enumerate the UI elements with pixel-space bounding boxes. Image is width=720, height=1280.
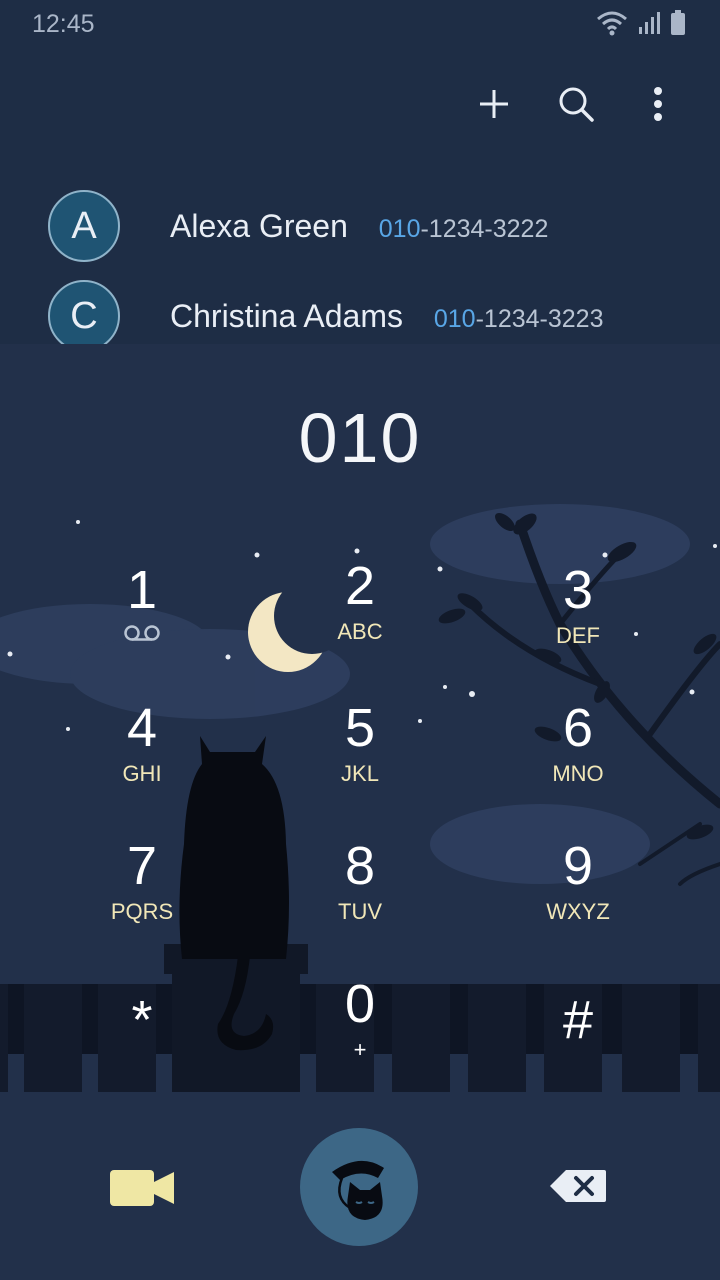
key-hash[interactable]: # [468,988,688,1108]
more-options-button[interactable] [636,80,680,128]
top-toolbar [472,80,680,128]
search-button[interactable] [554,80,598,128]
key-5[interactable]: 5 JKL [250,696,470,816]
dialer-action-bar [0,1100,720,1280]
contact-row[interactable]: A Alexa Green 010-1234-3222 [0,184,720,268]
key-star[interactable]: * [32,988,252,1108]
key-8[interactable]: 8 TUV [250,834,470,954]
avatar: C [48,280,120,344]
key-digit: 2 [344,556,376,616]
key-digit: 8 [344,836,376,896]
contact-name: Alexa Green [170,207,348,244]
key-digit: 9 [562,836,594,896]
contact-number-match: 010 [378,214,421,243]
call-button[interactable] [300,1128,418,1246]
voicemail-icon [124,625,160,641]
contact-number-rest: -1234-3222 [420,214,549,243]
key-9[interactable]: 9 WXYZ [468,834,688,954]
contact-number: 010-1234-3223 [434,305,604,333]
key-digit: 6 [562,698,594,758]
key-0[interactable]: 0 + [250,972,470,1092]
key-digit: 4 [126,698,158,758]
contact-suggestions: A Alexa Green 010-1234-3222 C Christina … [0,182,720,344]
battery-icon [671,10,685,35]
contact-number-match: 010 [433,304,476,333]
key-letters: ABC [337,619,383,644]
key-digit: * [131,990,153,1050]
status-bar: 12:45 [0,0,720,50]
backspace-icon [550,1170,606,1202]
key-4[interactable]: 4 GHI [32,696,252,816]
key-digit: 0 [344,974,376,1034]
dialed-number-display[interactable]: 010 [0,398,720,478]
key-digit: 3 [562,560,594,620]
key-6[interactable]: 6 MNO [468,696,688,816]
key-digit: 1 [126,560,158,620]
key-digit: 7 [126,836,158,896]
key-2[interactable]: 2 ABC [250,554,470,674]
avatar: A [48,190,120,262]
contact-row[interactable]: C Christina Adams 010-1234-3223 [0,274,720,344]
contact-name: Christina Adams [170,297,403,334]
backspace-button[interactable] [548,1166,608,1206]
key-digit: # [562,990,594,1050]
key-7[interactable]: 7 PQRS [32,834,252,954]
contact-name-line: Christina Adams 010-1234-3223 [170,298,603,335]
key-letters: DEF [556,623,600,648]
video-call-button[interactable] [108,1166,178,1210]
signal-icon [639,12,660,34]
wifi-icon [597,11,627,36]
contact-name-line: Alexa Green 010-1234-3222 [170,208,548,245]
search-icon [559,87,594,122]
key-3[interactable]: 3 DEF [468,558,688,678]
key-letters: + [353,1037,367,1062]
video-call-icon [110,1170,174,1206]
contact-number: 010-1234-3222 [379,215,549,243]
key-1[interactable]: 1 [32,558,252,678]
contact-number-rest: -1234-3223 [475,304,604,333]
key-letters: JKL [341,761,379,786]
key-digit: 5 [344,698,376,758]
key-letters: TUV [338,899,382,924]
cat-phone-call-icon [332,1160,384,1220]
add-contact-button[interactable] [472,80,516,128]
plus-icon [480,90,508,118]
status-time: 12:45 [32,10,95,38]
key-letters: WXYZ [546,899,610,924]
status-icons [596,10,686,36]
key-letters: PQRS [110,899,174,924]
key-letters: GHI [122,761,162,786]
key-letters: MNO [552,761,604,786]
more-vertical-icon [654,87,662,121]
